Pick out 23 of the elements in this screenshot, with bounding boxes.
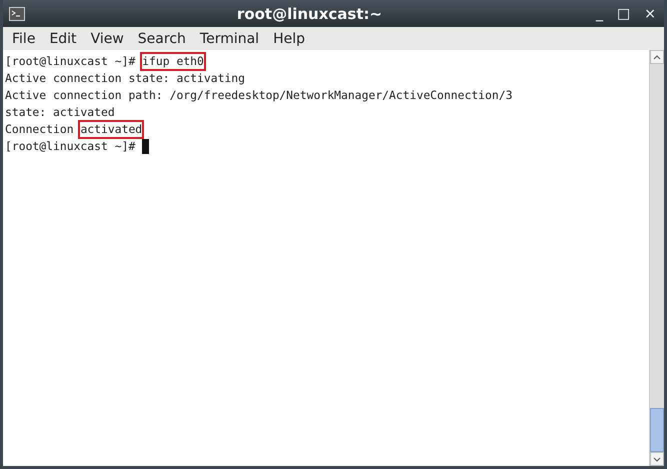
menu-item[interactable]: Edit [42, 30, 84, 46]
terminal-icon [9, 6, 25, 20]
highlighted-text: activated [79, 121, 144, 138]
maximize-button[interactable]: □ [615, 6, 632, 22]
terminal-text: [root@linuxcast ~]# [5, 138, 136, 155]
terminal-text: Active connection state: activating [5, 70, 246, 87]
menu-item[interactable]: Help [266, 30, 312, 46]
menu-item[interactable]: View [84, 30, 131, 46]
terminal-text: Active connection path: /org/freedesktop/NetworkManager/ActiveConnection/3 [5, 87, 512, 104]
terminal-text: state: activated [5, 104, 115, 121]
minimize-button[interactable]: _ [594, 6, 606, 22]
close-button[interactable]: × [642, 6, 658, 22]
terminal-text: Connection [5, 121, 75, 138]
scroll-up-icon[interactable] [650, 50, 664, 64]
scroll-thumb[interactable] [650, 408, 664, 452]
menu-item[interactable]: Search [130, 30, 193, 46]
scrollbar[interactable] [649, 50, 664, 466]
terminal-text: [root@linuxcast ~]# [5, 53, 136, 70]
scroll-down-icon[interactable] [650, 452, 664, 466]
menu-item[interactable]: File [5, 30, 42, 46]
highlighted-text: ifup eth0 [141, 53, 205, 70]
window-title: root@linuxcast:~ [236, 4, 382, 22]
menu-item[interactable]: Terminal [192, 30, 266, 46]
